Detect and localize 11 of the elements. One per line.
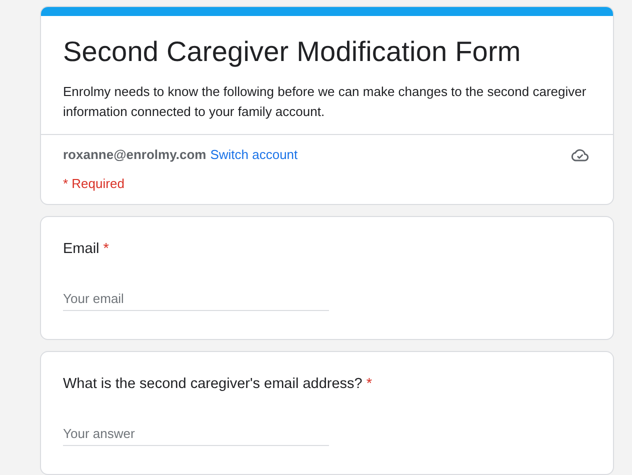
form-description: Enrolmy needs to know the following before we can make changes to the second caregiver information connected to your family account. <box>63 83 588 121</box>
question-label: What is the second caregiver's email address? <box>63 376 362 392</box>
required-mark: * <box>103 241 109 257</box>
account-email: roxanne@enrolmy.com <box>63 147 206 162</box>
question-label: Email <box>63 241 100 257</box>
form-title: Second Caregiver Modification Form <box>63 36 522 68</box>
required-note: * Required <box>63 176 126 191</box>
answer-field[interactable]: Your answer <box>63 426 329 446</box>
switch-account-link[interactable]: Switch account <box>210 147 298 162</box>
answer-field[interactable]: Your email <box>63 291 329 311</box>
required-mark: * <box>366 376 372 392</box>
